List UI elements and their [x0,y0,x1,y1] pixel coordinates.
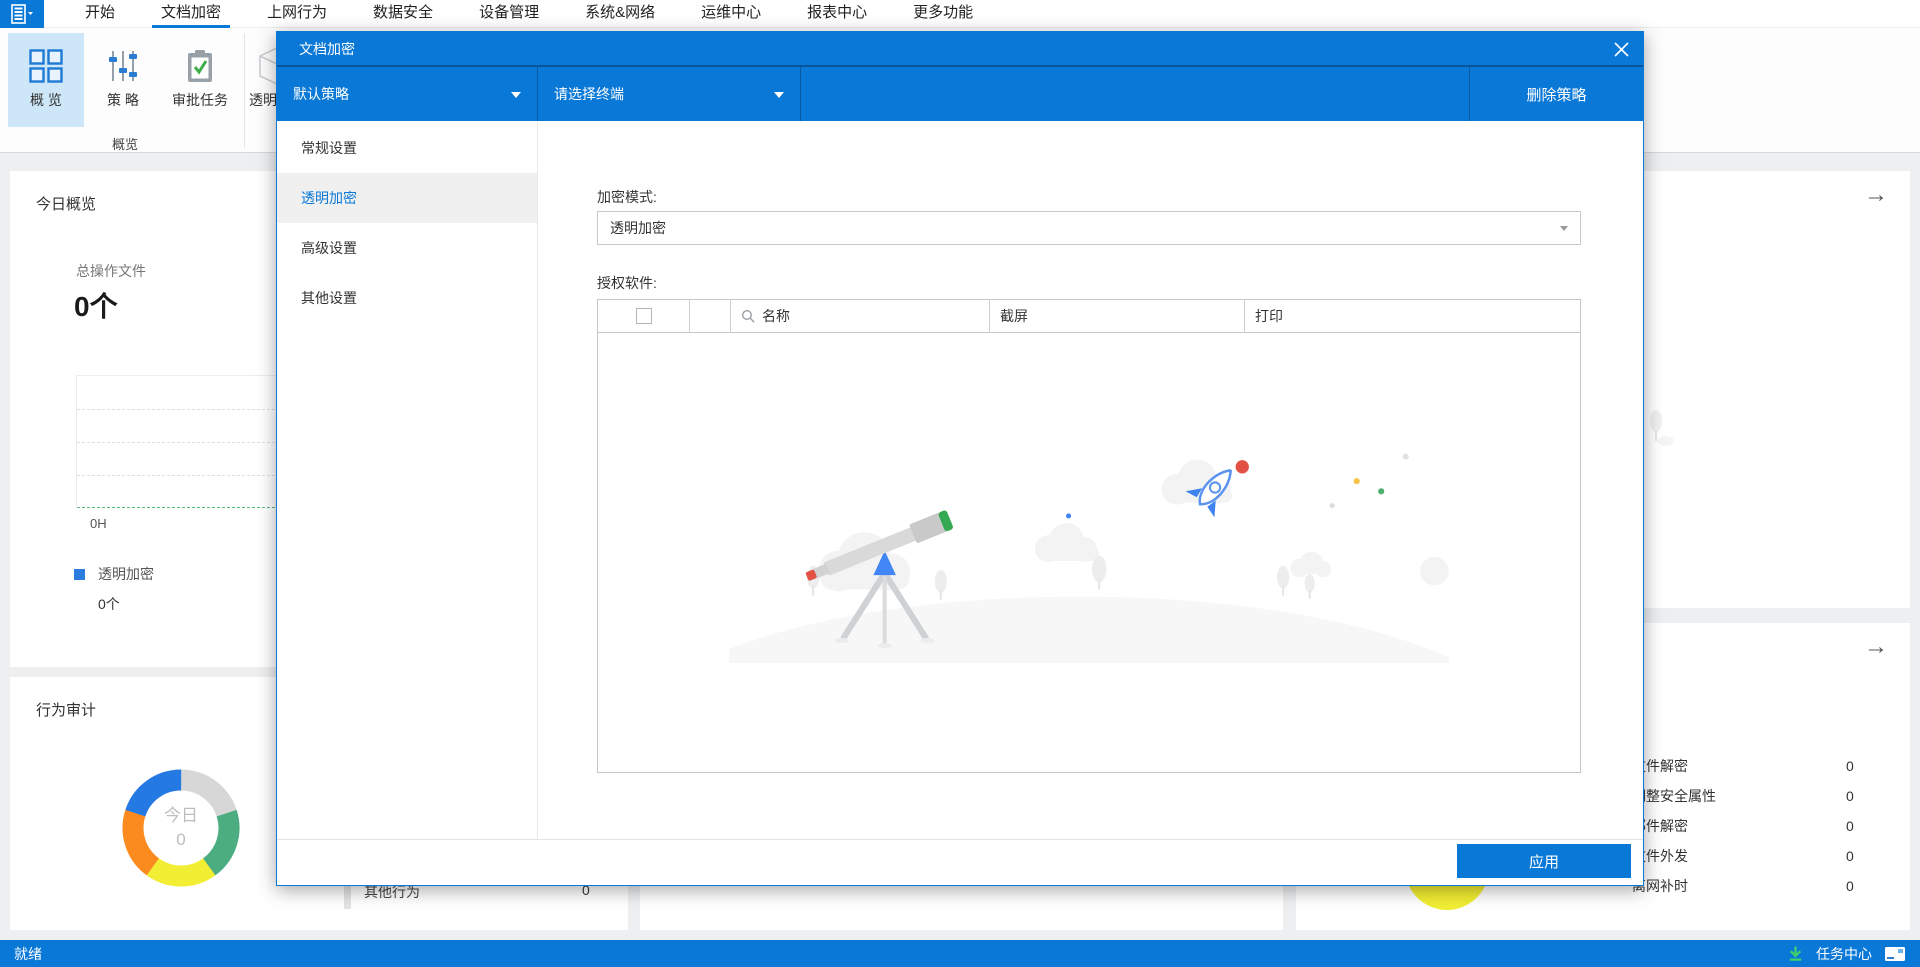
document-menu-icon [11,3,33,24]
sidebar-item-general[interactable]: 常规设置 [277,123,537,173]
donut-center-text: 今日 0 [111,758,251,898]
header-cell-checkbox [598,300,690,332]
encrypt-counters-list: 文件解密 0 调整安全属性 0 邮件解密 0 文件外发 0 离网补时 0 [1632,751,1870,901]
main-menu: 开始 文档加密 上网行为 数据安全 设备管理 系统&网络 运维中心 报表中心 更… [62,0,996,28]
menu-item-data-security[interactable]: 数据安全 [350,0,456,28]
terminal-dropdown[interactable]: 请选择终端 [538,67,801,121]
grid-icon [28,42,64,90]
total-files-value: 0个 [74,291,118,322]
menu-item-more[interactable]: 更多功能 [890,0,996,28]
sidebar-item-other[interactable]: 其他设置 [277,273,537,323]
delete-policy-button[interactable]: 删除策略 [1469,67,1643,121]
header-cell-name[interactable]: 名称 [731,300,990,332]
menu-item-doc-encrypt[interactable]: 文档加密 [138,0,244,28]
approval-tasks-button-label: 审批任务 [172,92,228,108]
counter-value: 0 [1846,758,1854,774]
authorized-software-table: 名称 截屏 打印 [597,299,1581,773]
chart-axis-label: 0H [90,516,107,531]
menu-item-web-behavior[interactable]: 上网行为 [244,0,350,28]
counter-value: 0 [1846,788,1854,804]
counter-value: 0 [1846,878,1854,894]
screenshot-header-label: 截屏 [1000,308,1028,324]
legend-color-swatch [74,569,85,580]
select-all-checkbox[interactable] [635,308,652,324]
authorized-software-label: 授权软件: [597,275,657,291]
encrypt-mode-value: 透明加密 [610,220,666,236]
counter-row-offline-time[interactable]: 离网补时 0 [1632,871,1870,901]
apply-button[interactable]: 应用 [1457,844,1631,878]
encrypt-mode-label: 加密模式: [597,189,657,205]
donut-center-label: 今日 [164,806,198,825]
menu-item-system-network[interactable]: 系统&网络 [562,0,678,28]
dialog-title: 文档加密 [299,40,355,57]
clipboard-check-icon [182,42,218,90]
dialog-footer: 应用 [277,839,1643,885]
task-center-link[interactable]: 任务中心 [1816,944,1872,964]
counter-label: 调整安全属性 [1632,788,1716,804]
document-encrypt-dialog: 文档加密 默认策略 请选择终端 删除策略 常规设置 透明加密 高级设置 其他设置… [276,31,1644,886]
sidebar-item-advanced[interactable]: 高级设置 [277,223,537,273]
overview-button-label: 概 览 [30,92,62,108]
right-bottom-card-arrow[interactable]: → [1864,633,1888,661]
search-icon [741,309,755,323]
dialog-sidebar: 常规设置 透明加密 高级设置 其他设置 [277,123,538,885]
legend-label: 透明加密 [98,566,154,582]
app-menu-button[interactable] [0,0,44,28]
approval-tasks-button[interactable]: 审批任务 [158,33,242,127]
total-files-label: 总操作文件 [76,263,146,279]
overview-button[interactable]: 概 览 [8,33,84,127]
table-header-row: 名称 截屏 打印 [598,300,1580,333]
chevron-down-icon [1560,226,1568,231]
policy-dropdown-value: 默认策略 [293,86,349,102]
menu-item-device-mgmt[interactable]: 设备管理 [456,0,562,28]
right-top-card-arrow[interactable]: → [1864,181,1888,209]
encrypt-mode-select[interactable]: 透明加密 [597,211,1581,245]
counter-value: 0 [1846,848,1854,864]
status-bar: 就绪 任务中心 [0,940,1920,967]
header-cell-print[interactable]: 打印 [1245,300,1580,332]
menu-item-ops-center[interactable]: 运维中心 [678,0,784,28]
policy-dropdown[interactable]: 默认策略 [277,67,538,121]
message-window-icon[interactable] [1884,946,1906,962]
policy-button-label: 策 略 [107,92,139,108]
status-ready-text: 就绪 [14,945,42,962]
today-overview-title: 今日概览 [36,196,97,213]
menu-item-start[interactable]: 开始 [62,0,138,28]
menu-bar: 开始 文档加密 上网行为 数据安全 设备管理 系统&网络 运维中心 报表中心 更… [0,0,1920,28]
name-header-label: 名称 [762,308,790,324]
dialog-content: 加密模式: 透明加密 授权软件: 名称 截屏 打印 [539,123,1643,839]
legend-value: 0个 [98,596,120,612]
faint-tree-illustration [1650,410,1674,446]
counter-row-mail-decrypt[interactable]: 邮件解密 0 [1632,811,1870,841]
counter-row-adjust-security[interactable]: 调整安全属性 0 [1632,781,1870,811]
terminal-dropdown-value: 请选择终端 [554,86,624,102]
ribbon-group-separator [244,34,245,148]
counter-row-file-outgoing[interactable]: 文件外发 0 [1632,841,1870,871]
donut-center-value: 0 [176,830,186,849]
empty-state-illustration [729,453,1449,663]
counter-row-file-decrypt[interactable]: 文件解密 0 [1632,751,1870,781]
behavior-audit-title: 行为审计 [36,702,97,719]
sidebar-item-transparent-encrypt[interactable]: 透明加密 [277,173,537,223]
print-header-label: 打印 [1255,308,1283,324]
dialog-toolbar: 默认策略 请选择终端 删除策略 [277,65,1643,121]
chevron-down-icon [774,92,784,98]
behavior-list-scrollbar[interactable] [344,885,351,909]
ribbon-group-label: 概览 [111,137,138,152]
chevron-down-icon [511,92,521,98]
download-icon[interactable] [1787,945,1804,962]
header-cell-blank [690,300,731,332]
dialog-titlebar: 文档加密 [277,32,1643,65]
counter-value: 0 [1846,818,1854,834]
policy-button[interactable]: 策 略 [92,33,154,127]
header-cell-screenshot[interactable]: 截屏 [990,300,1245,332]
close-icon[interactable] [1611,39,1631,59]
sliders-icon [105,42,141,90]
menu-item-report-center[interactable]: 报表中心 [784,0,890,28]
